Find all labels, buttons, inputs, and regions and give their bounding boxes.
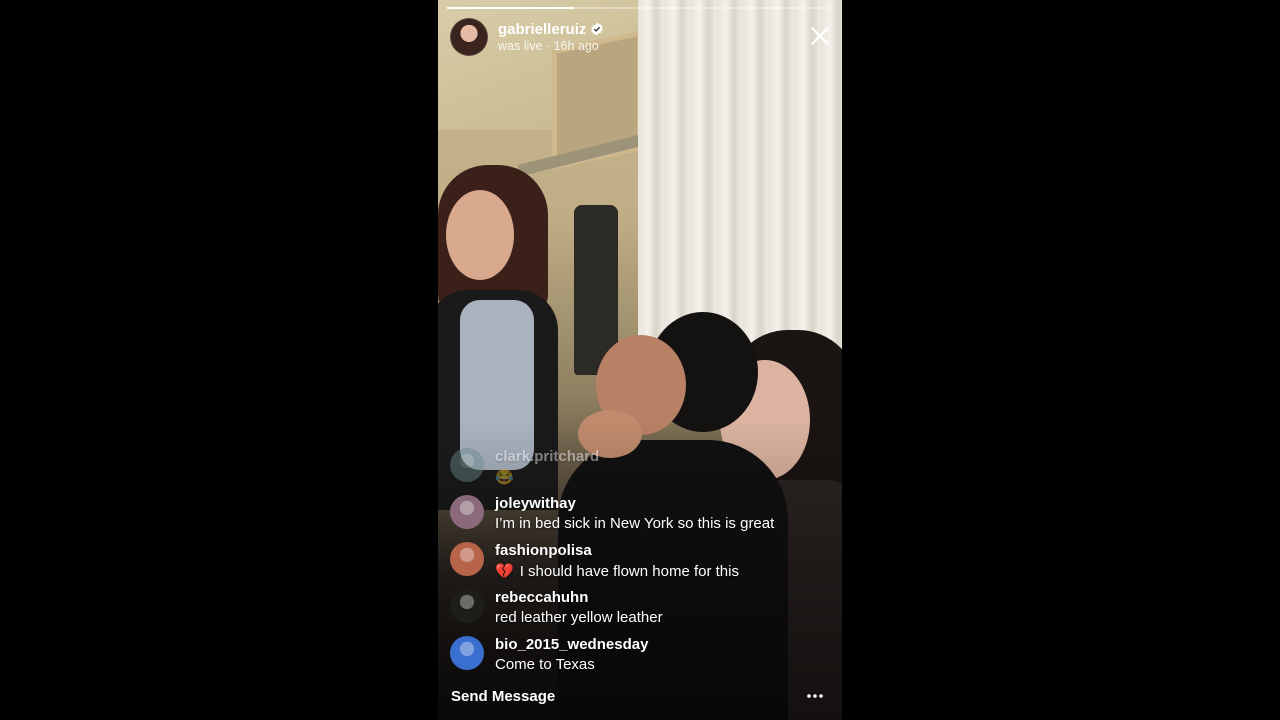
comment-body: 😂 [495,469,514,486]
host-username[interactable]: gabrielleruiz [498,21,604,38]
comment-text: 😂 [495,468,514,486]
comment-item: clark.pritchard 😂 [450,442,830,489]
commenter-avatar[interactable] [450,542,484,576]
comment-text: Come to Texas [495,656,595,673]
more-icon[interactable] [806,688,824,704]
comment-text: I’m in bed sick in New York so this is g… [495,515,774,532]
broken-heart-emoji: 💔 [495,563,514,580]
commenter-username[interactable]: fashionpolisa [495,542,592,559]
verified-badge-icon [591,22,604,36]
comment-body: I should have flown home for this [519,563,739,580]
video-scenery [446,190,514,280]
commenter-username[interactable]: rebeccahuhn [495,589,588,606]
comment-feed: clark.pritchard 😂 joleywithay I’m in bed si… [450,442,830,677]
host-avatar[interactable] [450,18,488,56]
comment-body: I’m in bed sick in New York so this is g… [495,515,775,532]
commenter-username[interactable]: clark.pritchard [495,448,599,465]
live-header: gabrielleruiz was live · 16h ago [450,18,832,58]
comment-item: rebeccahuhn red leather yellow leather [450,583,830,630]
comment-item: joleywithay I’m in bed sick in New York s… [450,489,830,536]
live-video-viewer[interactable]: gabrielleruiz was live · 16h ago clark.p… [438,0,842,720]
close-icon[interactable] [808,24,832,48]
live-status: was live · 16h ago [498,39,599,53]
commenter-username[interactable]: joleywithay [495,495,576,512]
comment-item: bio_2015_wednesday Come to Texas [450,630,830,677]
comment-text: 💔 I should have flown home for this [495,562,739,580]
host-username-text[interactable]: gabrielleruiz [498,21,586,38]
commenter-avatar[interactable] [450,636,484,670]
story-progress-bar [447,7,833,9]
commenter-avatar[interactable] [450,589,484,623]
comment-body: red leather yellow leather [495,609,663,626]
send-message-input[interactable]: Send Message [451,688,555,705]
commenter-avatar[interactable] [450,448,484,482]
comment-body: Come to Texas [495,656,595,673]
message-bar: Send Message [438,680,842,714]
commenter-avatar[interactable] [450,495,484,529]
story-progress-fill [447,7,575,9]
commenter-username[interactable]: bio_2015_wednesday [495,636,648,653]
comment-text: red leather yellow leather [495,609,663,626]
comment-item: fashionpolisa 💔 I should have flown home f… [450,536,830,583]
